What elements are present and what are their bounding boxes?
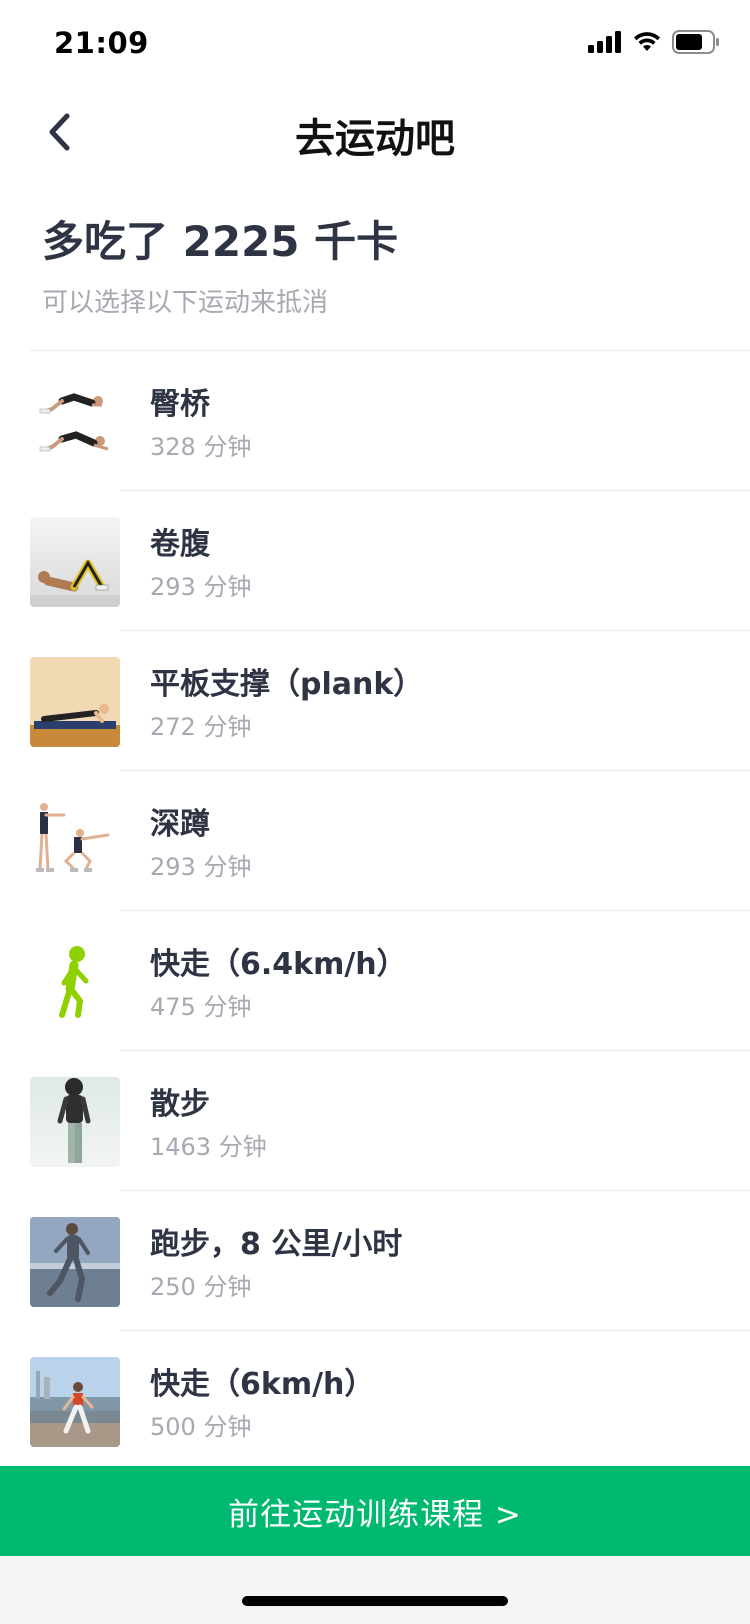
exercise-name: 跑步，8 公里/小时 [150,1227,403,1262]
home-indicator[interactable] [242,1596,508,1606]
exercise-duration: 272 分钟 [150,713,252,741]
exercise-duration: 475 分钟 [150,993,252,1021]
exercise-name: 快走（6km/h） [150,1367,375,1402]
exercise-list: 臀桥 328 分钟 卷腹 293 分钟 平板支撑（plank） 272 分钟 深… [0,351,750,1471]
list-item[interactable]: 深蹲 293 分钟 [0,771,750,911]
signal-icon [588,31,621,53]
battery-icon [672,30,719,54]
exercise-duration: 293 分钟 [150,573,252,601]
exercise-duration: 250 分钟 [150,1273,252,1301]
home-indicator-area [0,1556,750,1624]
glute-bridge-thumbnail [30,377,120,467]
list-item[interactable]: 快走（6.4km/h） 475 分钟 [0,911,750,1051]
calorie-summary-subtitle: 可以选择以下运动来抵消 [42,288,329,318]
list-item[interactable]: 跑步，8 公里/小时 250 分钟 [0,1191,750,1331]
calorie-summary: 多吃了 2225 千卡 可以选择以下运动来抵消 [42,212,398,319]
nav-bar: 去运动吧 [0,88,750,176]
plank-thumbnail [30,657,120,747]
exercise-name: 深蹲 [150,807,210,842]
exercise-duration: 1463 分钟 [150,1133,267,1161]
squat-thumbnail [30,797,120,887]
list-item[interactable]: 快走（6km/h） 500 分钟 [0,1331,750,1471]
status-bar: 21:09 [0,0,750,88]
exercise-name: 卷腹 [150,527,210,562]
list-item[interactable]: 臀桥 328 分钟 [0,351,750,491]
exercise-name: 散步 [150,1087,210,1122]
page-title: 去运动吧 [295,116,455,162]
wifi-icon [634,32,660,51]
walking-icon [30,937,120,1027]
status-time: 21:09 [54,26,149,60]
stroll-thumbnail [30,1077,120,1167]
calorie-surplus-title: 多吃了 2225 千卡 [42,217,399,266]
crunch-thumbnail [30,517,120,607]
list-item[interactable]: 散步 1463 分钟 [0,1051,750,1191]
running-thumbnail [30,1217,120,1307]
list-item[interactable]: 平板支撑（plank） 272 分钟 [0,631,750,771]
exercise-name: 臀桥 [150,387,210,422]
exercise-duration: 328 分钟 [150,433,252,461]
exercise-name: 快走（6.4km/h） [150,947,407,982]
status-icons [588,30,720,54]
exercise-duration: 500 分钟 [150,1413,252,1441]
go-to-training-courses-button[interactable]: 前往运动训练课程 > [0,1466,750,1556]
list-item[interactable]: 卷腹 293 分钟 [0,491,750,631]
exercise-name: 平板支撑（plank） [150,667,424,702]
brisk-walk-thumbnail [30,1357,120,1447]
exercise-duration: 293 分钟 [150,853,252,881]
